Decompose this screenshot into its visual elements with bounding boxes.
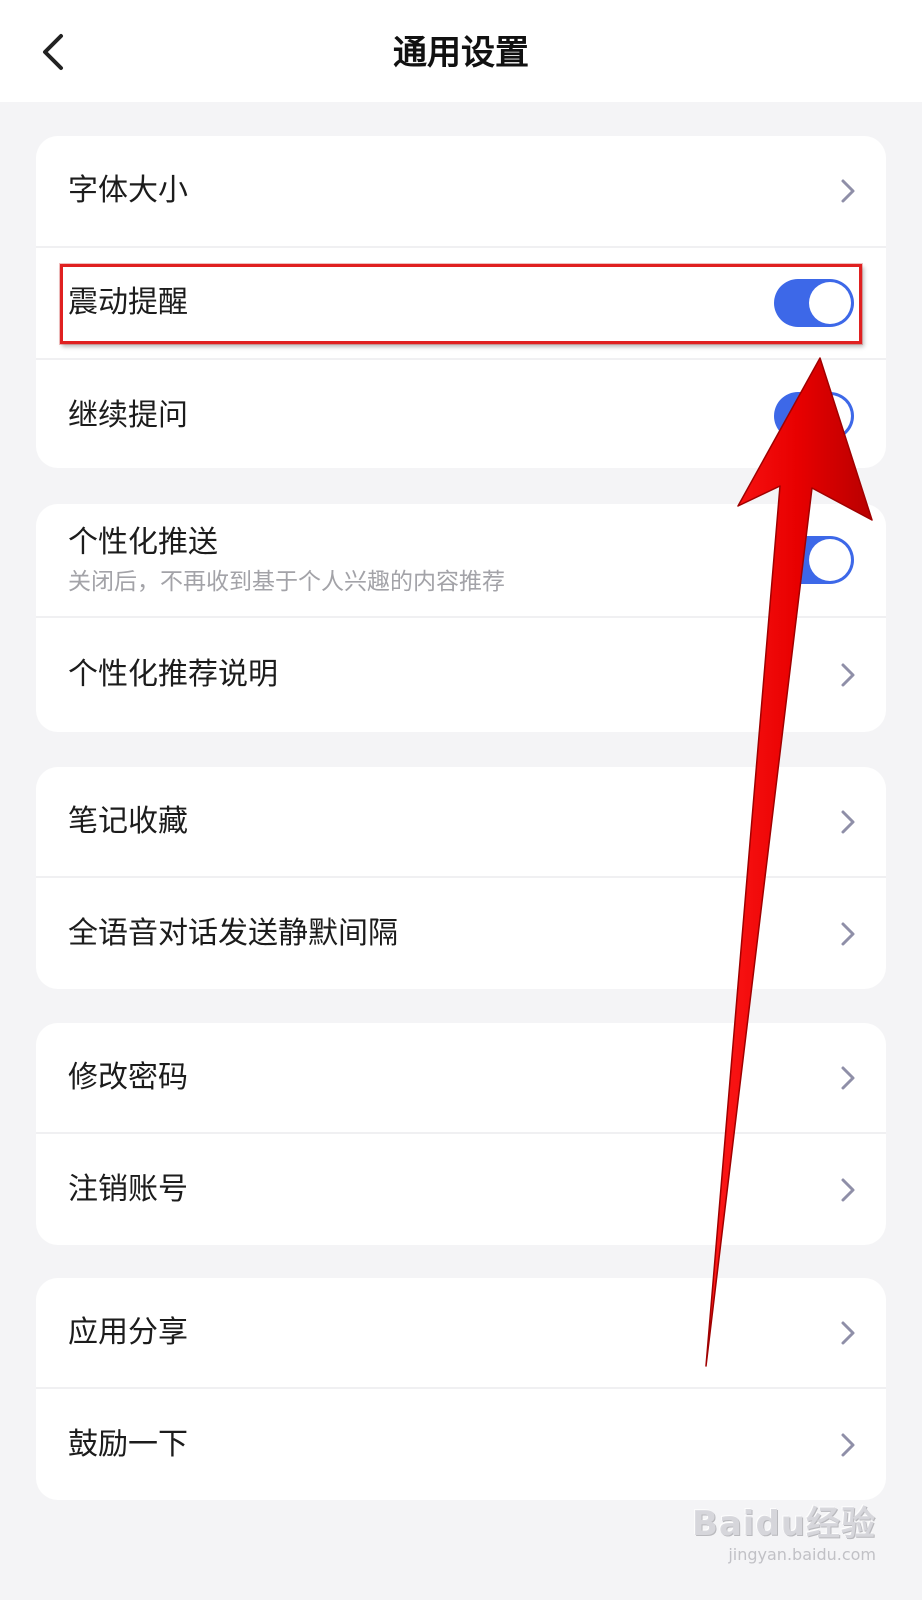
settings-row-delete-account[interactable]: 注销账号 — [36, 1134, 886, 1245]
watermark: Baidu经验 jingyan.baidu.com — [692, 1496, 876, 1564]
settings-group-share: 应用分享 鼓励一下 — [36, 1278, 886, 1500]
settings-row-app-share[interactable]: 应用分享 — [36, 1278, 886, 1389]
chevron-right-icon — [841, 179, 855, 203]
personalized-push-toggle[interactable] — [774, 536, 854, 584]
toggle-knob — [809, 395, 851, 437]
top-nav-bar: 通用设置 — [0, 0, 922, 102]
settings-row-note-favorites[interactable]: 笔记收藏 — [36, 767, 886, 878]
chevron-right-icon — [841, 1178, 855, 1201]
row-label: 应用分享 — [68, 1314, 188, 1350]
continue-ask-toggle[interactable] — [774, 392, 854, 440]
chevron-right-icon — [841, 1321, 855, 1344]
settings-row-voice-silence-interval[interactable]: 全语音对话发送静默间隔 — [36, 878, 886, 989]
annotation-highlight-box — [60, 264, 862, 344]
row-label: 笔记收藏 — [68, 803, 188, 839]
row-label: 继续提问 — [68, 398, 188, 433]
settings-row-personalized-push: 个性化推送 关闭后，不再收到基于个人兴趣的内容推荐 — [36, 504, 886, 618]
settings-group-notes-voice: 笔记收藏 全语音对话发送静默间隔 — [36, 767, 886, 989]
settings-row-font-size[interactable]: 字体大小 — [36, 136, 886, 248]
settings-row-continue-ask: 继续提问 — [36, 360, 886, 468]
row-sublabel: 关闭后，不再收到基于个人兴趣的内容推荐 — [68, 569, 505, 595]
settings-group-personalization: 个性化推送 关闭后，不再收到基于个人兴趣的内容推荐 个性化推荐说明 — [36, 504, 886, 732]
chevron-right-icon — [841, 810, 855, 833]
watermark-logo: Baidu经验 — [691, 1504, 876, 1544]
row-label: 个性化推荐说明 — [68, 657, 278, 692]
chevron-right-icon — [841, 922, 855, 945]
page-title: 通用设置 — [393, 33, 529, 73]
row-label: 全语音对话发送静默间隔 — [68, 915, 398, 951]
row-label: 字体大小 — [68, 173, 188, 208]
chevron-right-icon — [841, 1433, 855, 1456]
chevron-right-icon — [841, 663, 855, 687]
settings-group-account: 修改密码 注销账号 — [36, 1023, 886, 1245]
row-label: 个性化推送 — [68, 525, 218, 560]
settings-row-encourage[interactable]: 鼓励一下 — [36, 1389, 886, 1500]
chevron-right-icon — [841, 1066, 855, 1089]
row-label: 鼓励一下 — [68, 1426, 188, 1462]
watermark-url: jingyan.baidu.com — [728, 1545, 876, 1564]
settings-row-personalized-recommend-info[interactable]: 个性化推荐说明 — [36, 618, 886, 732]
row-label: 注销账号 — [68, 1171, 188, 1207]
row-label: 修改密码 — [68, 1059, 188, 1095]
toggle-knob — [809, 539, 851, 581]
settings-row-change-password[interactable]: 修改密码 — [36, 1023, 886, 1134]
